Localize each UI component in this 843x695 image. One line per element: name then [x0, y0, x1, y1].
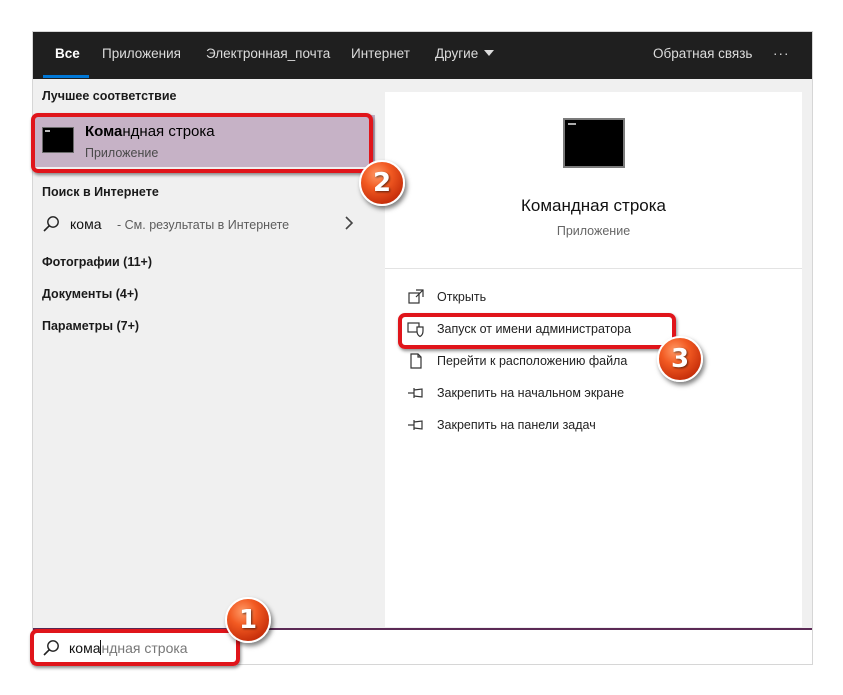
action-pin-to-taskbar-label: Закрепить на панели задач — [437, 418, 596, 432]
preview-title: Командная строка — [520, 196, 667, 215]
active-tab-indicator — [43, 75, 89, 78]
more-options-icon[interactable]: ··· — [773, 32, 790, 76]
feedback-link[interactable]: Обратная связь — [653, 32, 752, 76]
tab-apps[interactable]: Приложения — [102, 32, 181, 76]
highlight-box-best-match — [31, 113, 373, 173]
action-pin-to-taskbar[interactable]: Закрепить на панели задач — [407, 413, 737, 439]
open-icon — [408, 289, 424, 304]
web-search-item[interactable]: кома - См. результаты в Интернете — [33, 207, 363, 239]
search-icon — [43, 216, 59, 232]
chevron-down-icon — [484, 50, 495, 56]
tab-email[interactable]: Электронная_почта — [206, 32, 330, 76]
pin-icon — [408, 388, 423, 398]
web-search-hint: - См. результаты в Интернете — [117, 218, 290, 232]
action-open[interactable]: Открыть — [407, 285, 737, 311]
action-pin-to-start[interactable]: Закрепить на начальном экране — [407, 381, 737, 407]
action-pin-to-start-label: Закрепить на начальном экране — [437, 386, 625, 400]
step-badge-3: 3 — [657, 336, 703, 382]
highlight-box-search — [30, 629, 240, 666]
best-match-heading: Лучшее соответствие — [42, 89, 177, 103]
group-photos[interactable]: Фотографии (11+) — [42, 255, 152, 269]
tab-web[interactable]: Интернет — [351, 32, 410, 76]
step-badge-2: 2 — [359, 160, 405, 206]
action-open-file-location-label: Перейти к расположению файла — [437, 354, 628, 368]
highlight-box-run-as-admin — [398, 313, 676, 349]
filter-tab-bar: Все Приложения Электронная_почта Интерне… — [33, 32, 812, 79]
action-open-label: Открыть — [437, 290, 487, 304]
group-settings[interactable]: Параметры (7+) — [42, 319, 139, 333]
divider — [385, 268, 802, 269]
file-location-icon — [410, 353, 422, 369]
tab-all[interactable]: Все — [55, 32, 80, 76]
step-badge-1: 1 — [225, 597, 271, 643]
web-search-query: кома — [70, 216, 102, 232]
tab-more[interactable]: Другие — [435, 32, 495, 76]
preview-subtitle: Приложение — [556, 224, 631, 238]
cmd-icon — [563, 118, 625, 168]
group-documents[interactable]: Документы (4+) — [42, 287, 138, 301]
tab-more-label: Другие — [435, 46, 479, 61]
web-search-heading: Поиск в Интернете — [42, 185, 159, 199]
pin-icon — [408, 420, 423, 430]
preview-pane: Командная строка Приложение Открыть Запу… — [385, 92, 802, 627]
chevron-right-icon[interactable] — [342, 216, 356, 230]
